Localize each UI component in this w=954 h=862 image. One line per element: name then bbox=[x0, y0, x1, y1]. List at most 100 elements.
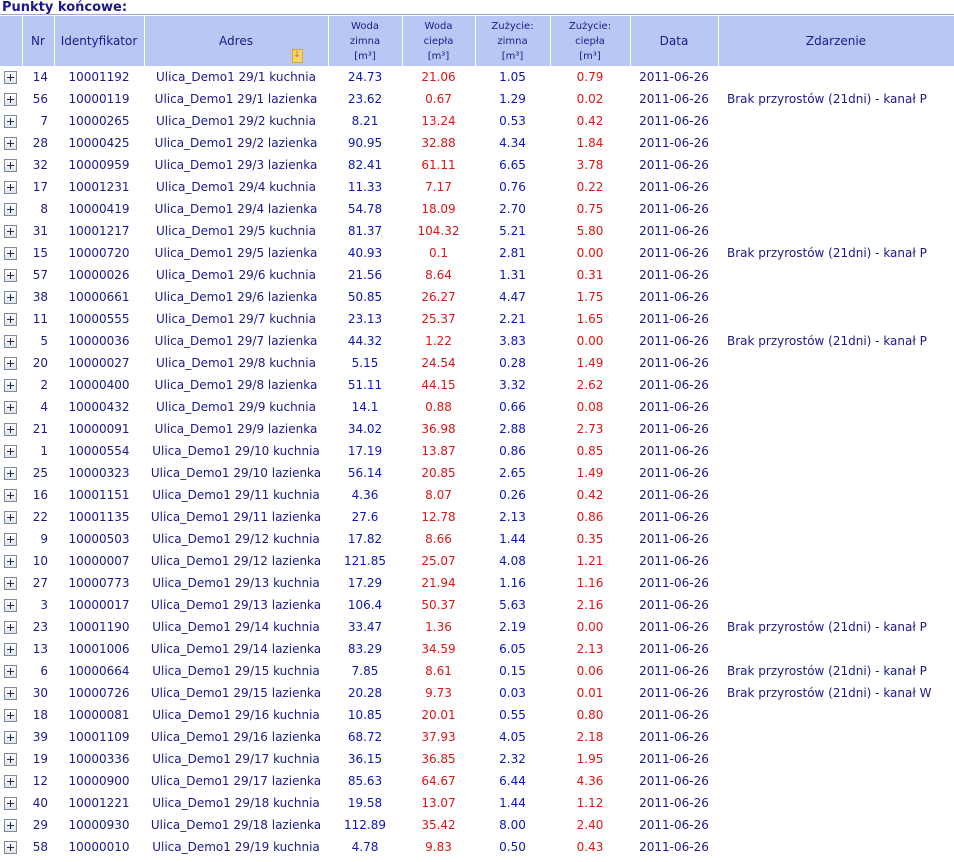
plus-expand-icon[interactable] bbox=[3, 269, 17, 282]
plus-expand-icon[interactable] bbox=[3, 533, 17, 546]
cell-date: 2011-06-26 bbox=[639, 598, 709, 612]
table-row[interactable]: 9 10000503 Ulica_Demo1 29/12 kuchnia 17.82 8… bbox=[0, 528, 954, 550]
table-row[interactable]: 22 10001135 Ulica_Demo1 29/11 lazienka 27.6… bbox=[0, 506, 954, 528]
plus-expand-icon[interactable] bbox=[3, 137, 17, 150]
table-row[interactable]: 2 10000400 Ulica_Demo1 29/8 lazienka 51.11 4… bbox=[0, 374, 954, 396]
plus-expand-icon[interactable] bbox=[3, 225, 17, 238]
plus-expand-icon[interactable] bbox=[3, 291, 17, 304]
cell-identifier: 10000503 bbox=[68, 532, 130, 546]
plus-expand-icon[interactable] bbox=[3, 71, 17, 84]
plus-expand-icon[interactable] bbox=[3, 599, 17, 612]
cell-date: 2011-06-26 bbox=[639, 796, 709, 810]
plus-expand-icon[interactable] bbox=[3, 797, 17, 810]
header-event[interactable]: Zdarzenie bbox=[718, 16, 954, 66]
table-row[interactable]: 11 10000555 Ulica_Demo1 29/7 kuchnia 23.13 2… bbox=[0, 308, 954, 330]
table-row[interactable]: 18 10000081 Ulica_Demo1 29/16 kuchnia 10.85… bbox=[0, 704, 954, 726]
header-address[interactable]: ↓ Adres bbox=[144, 16, 329, 66]
table-row[interactable]: 20 10000027 Ulica_Demo1 29/8 kuchnia 5.15 24… bbox=[0, 352, 954, 374]
table-row[interactable]: 31 10001217 Ulica_Demo1 29/5 kuchnia 81.37 1… bbox=[0, 220, 954, 242]
table-row[interactable]: 3 10000017 Ulica_Demo1 29/13 lazienka 106.4… bbox=[0, 594, 954, 616]
plus-expand-icon[interactable] bbox=[3, 181, 17, 194]
plus-expand-icon[interactable] bbox=[3, 203, 17, 216]
plus-expand-icon[interactable] bbox=[3, 555, 17, 568]
table-row[interactable]: 4 10000432 Ulica_Demo1 29/9 kuchnia 14.1 0.8… bbox=[0, 396, 954, 418]
cell-address: Ulica_Demo1 29/4 lazienka bbox=[154, 202, 318, 216]
plus-expand-icon[interactable] bbox=[3, 841, 17, 854]
table-row[interactable]: 32 10000959 Ulica_Demo1 29/3 lazienka 82.41… bbox=[0, 154, 954, 176]
table-row[interactable]: 29 10000930 Ulica_Demo1 29/18 lazienka 112.… bbox=[0, 814, 954, 836]
plus-expand-icon[interactable] bbox=[3, 665, 17, 678]
table-row[interactable]: 57 10000026 Ulica_Demo1 29/6 kuchnia 21.56 8… bbox=[0, 264, 954, 286]
plus-expand-icon[interactable] bbox=[3, 93, 17, 106]
table-row[interactable]: 40 10001221 Ulica_Demo1 29/18 kuchnia 19.58… bbox=[0, 792, 954, 814]
expand-cell bbox=[0, 792, 22, 814]
plus-expand-icon[interactable] bbox=[3, 401, 17, 414]
header-date[interactable]: Data bbox=[630, 16, 719, 66]
table-row[interactable]: 19 10000336 Ulica_Demo1 29/17 kuchnia 36.15… bbox=[0, 748, 954, 770]
plus-expand-icon[interactable] bbox=[3, 621, 17, 634]
table-row[interactable]: 16 10001151 Ulica_Demo1 29/11 kuchnia 4.36 8… bbox=[0, 484, 954, 506]
table-row[interactable]: 56 10000119 Ulica_Demo1 29/1 lazienka 23.62… bbox=[0, 88, 954, 110]
header-use-cold[interactable]: Zużycie: zimna [m³] bbox=[475, 16, 551, 66]
plus-expand-icon[interactable] bbox=[3, 357, 17, 370]
table-row[interactable]: 13 10001006 Ulica_Demo1 29/14 lazienka 83.2… bbox=[0, 638, 954, 660]
table-row[interactable]: 1 10000554 Ulica_Demo1 29/10 kuchnia 17.19 1… bbox=[0, 440, 954, 462]
table-row[interactable]: 30 10000726 Ulica_Demo1 29/15 lazienka 20.2… bbox=[0, 682, 954, 704]
table-row[interactable]: 23 10001190 Ulica_Demo1 29/14 kuchnia 33.47… bbox=[0, 616, 954, 638]
sort-arrow-icon[interactable]: ↓ bbox=[291, 49, 303, 63]
table-row[interactable]: 8 10000419 Ulica_Demo1 29/4 lazienka 54.78 1… bbox=[0, 198, 954, 220]
cell-event bbox=[718, 770, 954, 792]
cell-event: Brak przyrostów (21dni) - kanał P bbox=[727, 92, 927, 106]
table-row[interactable]: 21 10000091 Ulica_Demo1 29/9 lazienka 34.02… bbox=[0, 418, 954, 440]
table-row[interactable]: 25 10000323 Ulica_Demo1 29/10 lazienka 56.1… bbox=[0, 462, 954, 484]
cell-use-cold: 1.29 bbox=[499, 92, 526, 106]
table-row[interactable]: 12 10000900 Ulica_Demo1 29/17 lazienka 85.6… bbox=[0, 770, 954, 792]
table-row[interactable]: 17 10001231 Ulica_Demo1 29/4 kuchnia 11.33 7… bbox=[0, 176, 954, 198]
cell-use-cold: 3.32 bbox=[499, 378, 526, 392]
header-nr[interactable]: Nr bbox=[22, 16, 55, 66]
plus-expand-icon[interactable] bbox=[3, 753, 17, 766]
header-hot-water[interactable]: Woda ciepła [m³] bbox=[402, 16, 476, 66]
plus-expand-icon[interactable] bbox=[3, 379, 17, 392]
plus-expand-icon[interactable] bbox=[3, 687, 17, 700]
plus-expand-icon[interactable] bbox=[3, 577, 17, 590]
table-row[interactable]: 5 10000036 Ulica_Demo1 29/7 lazienka 44.32 1… bbox=[0, 330, 954, 352]
cell-event bbox=[718, 132, 954, 154]
plus-expand-icon[interactable] bbox=[3, 467, 17, 480]
table-row[interactable]: 10 10000007 Ulica_Demo1 29/12 lazienka 121.… bbox=[0, 550, 954, 572]
cell-event bbox=[718, 308, 954, 330]
cell-hot-water: 104.32 bbox=[417, 224, 460, 238]
expand-cell bbox=[0, 66, 22, 88]
header-use-hot[interactable]: Zużycie: ciepła [m³] bbox=[550, 16, 631, 66]
plus-expand-icon[interactable] bbox=[3, 115, 17, 128]
plus-expand-icon[interactable] bbox=[3, 159, 17, 172]
table-row[interactable]: 58 10000010 Ulica_Demo1 29/19 kuchnia 4.78 9… bbox=[0, 836, 954, 858]
plus-expand-icon[interactable] bbox=[3, 313, 17, 326]
table-row[interactable]: 6 10000664 Ulica_Demo1 29/15 kuchnia 7.85 8.… bbox=[0, 660, 954, 682]
table-row[interactable]: 15 10000720 Ulica_Demo1 29/5 lazienka 40.93… bbox=[0, 242, 954, 264]
table-row[interactable]: 27 10000773 Ulica_Demo1 29/13 kuchnia 17.29… bbox=[0, 572, 954, 594]
table-row[interactable]: 7 10000265 Ulica_Demo1 29/2 kuchnia 8.21 13.… bbox=[0, 110, 954, 132]
plus-expand-icon[interactable] bbox=[3, 643, 17, 656]
plus-expand-icon[interactable] bbox=[3, 445, 17, 458]
table-row[interactable]: 38 10000661 Ulica_Demo1 29/6 lazienka 50.85… bbox=[0, 286, 954, 308]
plus-expand-icon[interactable] bbox=[3, 335, 17, 348]
plus-expand-icon[interactable] bbox=[3, 731, 17, 744]
cell-date: 2011-06-26 bbox=[639, 246, 709, 260]
header-cold-water[interactable]: Woda zimna [m³] bbox=[328, 16, 403, 66]
table-row[interactable]: 14 10001192 Ulica_Demo1 29/1 kuchnia 24.73 2… bbox=[0, 66, 954, 88]
plus-expand-icon[interactable] bbox=[3, 511, 17, 524]
plus-expand-icon[interactable] bbox=[3, 489, 17, 502]
plus-expand-icon[interactable] bbox=[3, 709, 17, 722]
cell-cold-water: 8.21 bbox=[351, 114, 379, 128]
table-row[interactable]: 39 10001109 Ulica_Demo1 29/16 lazienka 68.7… bbox=[0, 726, 954, 748]
cell-use-hot: 0.22 bbox=[576, 180, 604, 194]
plus-expand-icon[interactable] bbox=[3, 819, 17, 832]
expand-cell bbox=[0, 132, 22, 154]
plus-expand-icon[interactable] bbox=[3, 423, 17, 436]
header-identifier[interactable]: Identyfikator bbox=[54, 16, 145, 66]
cell-nr: 5 bbox=[40, 334, 48, 348]
table-row[interactable]: 28 10000425 Ulica_Demo1 29/2 lazienka 90.95… bbox=[0, 132, 954, 154]
plus-expand-icon[interactable] bbox=[3, 775, 17, 788]
plus-expand-icon[interactable] bbox=[3, 247, 17, 260]
